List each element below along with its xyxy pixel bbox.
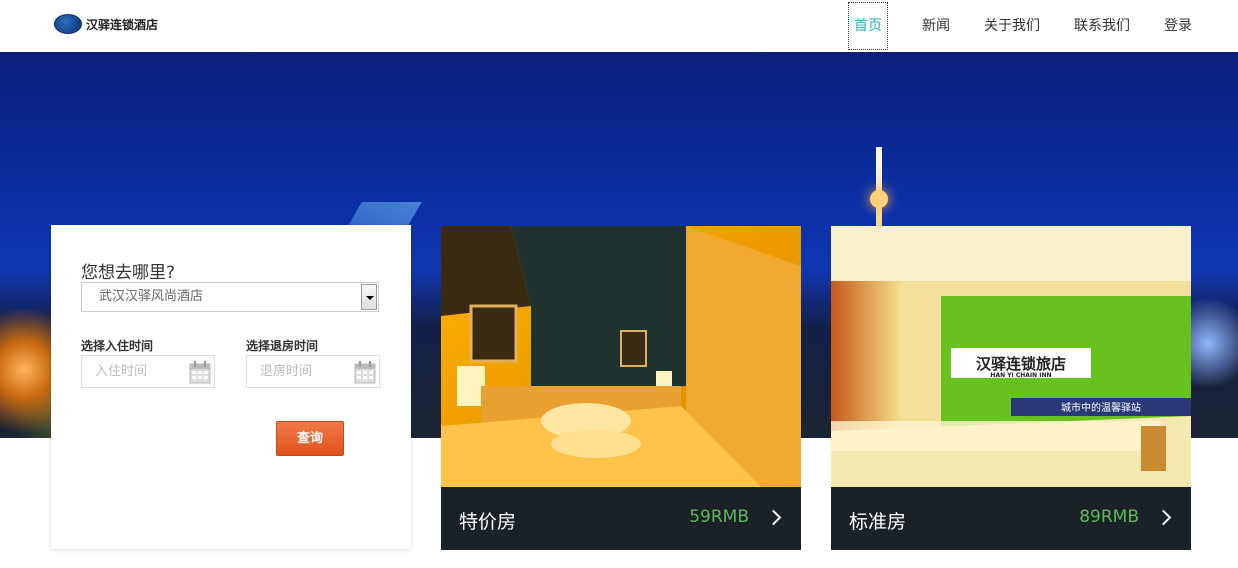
- chevron-down-icon[interactable]: [361, 284, 377, 310]
- search-title: 您想去哪里?: [81, 263, 176, 283]
- checkout-placeholder: 退房时间: [260, 364, 313, 379]
- room-photo-standard: 汉驿连锁旅店 HAN YI CHAIN INN 城市中的温馨驿站: [831, 226, 1191, 487]
- room-name: 标准房: [849, 511, 907, 533]
- hotel-sign-en: HAN YI CHAIN INN: [990, 372, 1051, 379]
- chevron-right-icon[interactable]: [765, 509, 782, 526]
- nav-login[interactable]: 登录: [1164, 3, 1192, 49]
- room-info-bar: 标准房 89RMB: [831, 487, 1191, 550]
- logo[interactable]: 汉驿连锁酒店: [54, 14, 158, 34]
- query-button[interactable]: 查询: [276, 421, 344, 456]
- checkin-placeholder: 入住时间: [95, 364, 148, 379]
- checkin-label: 选择入住时间: [81, 339, 154, 353]
- logo-text: 汉驿连锁酒店: [86, 17, 159, 32]
- checkout-date-field[interactable]: 退房时间: [246, 355, 380, 388]
- calendar-icon[interactable]: [189, 360, 211, 384]
- checkin-date-field[interactable]: 入住时间: [81, 355, 215, 388]
- room-photo-special: [441, 226, 801, 487]
- tower-light: [870, 190, 888, 208]
- search-panel: 您想去哪里? 武汉汉驿风尚酒店 选择入住时间 入住时间 选择退房时间 退房时间: [51, 225, 411, 549]
- slogan-sign: 城市中的温馨驿站: [1061, 401, 1141, 414]
- hotel-select[interactable]: 武汉汉驿风尚酒店: [81, 282, 379, 312]
- nav-home[interactable]: 首页: [848, 2, 888, 50]
- hotel-sign-cn: 汉驿连锁旅店: [976, 355, 1066, 373]
- room-price: 59RMB: [689, 507, 749, 527]
- nav-about[interactable]: 关于我们: [984, 3, 1040, 49]
- room-info-bar: 特价房 59RMB: [441, 487, 801, 550]
- top-header: 汉驿连锁酒店 首页 新闻 关于我们 联系我们 登录: [0, 0, 1238, 52]
- checkout-label: 选择退房时间: [246, 339, 319, 353]
- nav-news[interactable]: 新闻: [922, 3, 950, 49]
- room-name: 特价房: [459, 511, 517, 533]
- room-card-special[interactable]: 特价房 59RMB: [441, 226, 801, 550]
- calendar-icon[interactable]: [354, 360, 376, 384]
- room-price: 89RMB: [1079, 507, 1139, 527]
- nav-contact[interactable]: 联系我们: [1074, 3, 1130, 49]
- room-card-standard[interactable]: 汉驿连锁旅店 HAN YI CHAIN INN 城市中的温馨驿站 标准房 89R…: [831, 226, 1191, 550]
- chevron-right-icon[interactable]: [1155, 509, 1172, 526]
- logo-icon: [54, 14, 82, 34]
- hotel-select-value: 武汉汉驿风尚酒店: [99, 289, 204, 304]
- main-nav: 首页 新闻 关于我们 联系我们 登录: [848, 2, 1192, 50]
